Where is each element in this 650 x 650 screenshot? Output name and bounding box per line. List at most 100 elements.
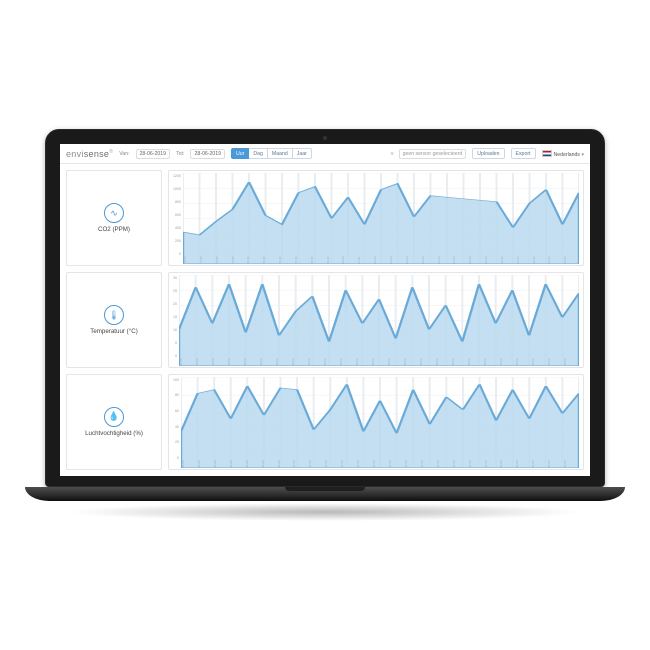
x-tick: 09:00 <box>326 256 342 264</box>
x-tick: 28-06-2019 <box>323 358 339 366</box>
x-tick: 28-06-2019 <box>259 358 275 366</box>
x-tick: 28-06-2019 <box>388 460 404 468</box>
chart-svg <box>179 275 579 366</box>
x-tick: 23:00 <box>547 256 563 264</box>
y-tick: 20 <box>175 440 179 444</box>
metric-card: 💧 Luchtvochtigheid (%) <box>66 374 162 470</box>
x-tick: 28-06-2019 <box>245 460 261 468</box>
x-tick: 28-06-2019 <box>197 460 213 468</box>
x-axis: 28-06-201928-06-201928-06-201928-06-2019… <box>181 460 579 468</box>
x-tick: 28-06-2019 <box>515 460 531 468</box>
dashboard-screen: envisense® Van: 28-06-2019 Tot: 28-06-20… <box>60 144 590 475</box>
chart-wrap: 12001000800600400200000:0001:0002:0003:0… <box>173 173 579 264</box>
x-tick: 28-06-2019 <box>468 460 484 468</box>
x-tick: 28-06-2019 <box>372 460 388 468</box>
x-tick: 17:00 <box>452 256 468 264</box>
y-axis: 120010008006004002000 <box>173 173 183 264</box>
x-tick: 28-06-2019 <box>179 358 195 366</box>
metric-row: 💧 Luchtvochtigheid (%) 10080604020028-06-2… <box>66 374 584 470</box>
brand-logo: envisense® <box>66 149 113 159</box>
x-tick: 00:00 <box>183 256 199 264</box>
chart-rows: ∿CO2 (PPM)12001000800600400200000:0001:0… <box>60 164 590 475</box>
metric-label: Temperatuur (°C) <box>90 328 138 335</box>
droplet-icon: 💧 <box>104 407 124 427</box>
metric-label: Luchtvochtigheid (%) <box>85 430 143 437</box>
range-tabs: Uur Dag Maand Jaar <box>231 148 312 159</box>
menu-icon[interactable]: ≡ <box>391 151 393 157</box>
x-axis: 00:0001:0002:0003:0004:0005:0006:0007:00… <box>183 256 579 264</box>
brand-light: envi <box>66 149 84 159</box>
x-tick: 28-06-2019 <box>275 358 291 366</box>
tab-uur[interactable]: Uur <box>231 148 249 159</box>
sensor-search-input[interactable]: geen sensor geselecteerd <box>399 149 467 159</box>
export-button[interactable]: Export <box>511 148 536 159</box>
from-date-input[interactable]: 28-06-2019 <box>136 149 171 159</box>
x-tick: 21:00 <box>516 256 532 264</box>
x-tick: 28-06-2019 <box>563 460 579 468</box>
x-tick: 28-06-2019 <box>531 358 547 366</box>
x-tick: 01:00 <box>199 256 215 264</box>
to-label: Tot: <box>176 151 184 157</box>
y-tick: 1000 <box>173 187 181 191</box>
chart-plot: 00:0001:0002:0003:0004:0005:0006:0007:00… <box>183 173 579 264</box>
tab-dag[interactable]: Dag <box>249 148 268 159</box>
x-tick: 02:00 <box>215 256 231 264</box>
x-tick: 08:00 <box>310 256 326 264</box>
x-tick: 28-06-2019 <box>355 358 371 366</box>
brand-bold: sense <box>84 149 110 159</box>
upload-button[interactable]: Uploaden <box>472 148 504 159</box>
x-tick: 28-06-2019 <box>403 358 419 366</box>
y-tick: 10 <box>173 328 177 332</box>
x-tick: 28-06-2019 <box>356 460 372 468</box>
language-selector[interactable]: Nederlands ▾ <box>542 150 585 158</box>
x-tick: 28-06-2019 <box>340 460 356 468</box>
x-tick: 16:00 <box>437 256 453 264</box>
x-tick: 06:00 <box>278 256 294 264</box>
x-tick: 28-06-2019 <box>324 460 340 468</box>
chart-plot: 28-06-201928-06-201928-06-201928-06-2019… <box>179 275 579 366</box>
x-tick: 07:00 <box>294 256 310 264</box>
y-tick: 200 <box>175 239 181 243</box>
y-tick: 100 <box>173 378 179 382</box>
chart-series <box>183 182 579 264</box>
x-tick: 28-06-2019 <box>277 460 293 468</box>
x-tick: 18:00 <box>468 256 484 264</box>
x-tick: 28-06-2019 <box>261 460 277 468</box>
x-tick: 05:00 <box>262 256 278 264</box>
tab-maand[interactable]: Maand <box>268 148 293 159</box>
x-tick: 28-06-2019 <box>227 358 243 366</box>
header-bar: envisense® Van: 28-06-2019 Tot: 28-06-20… <box>60 144 590 164</box>
tab-jaar[interactable]: Jaar <box>293 148 312 159</box>
brand-mark: ® <box>109 149 113 155</box>
x-tick: 14:00 <box>405 256 421 264</box>
camera-dot <box>323 136 327 140</box>
thermometer-icon: 🌡 <box>104 305 124 325</box>
chart-wrap: 10080604020028-06-201928-06-201928-06-20… <box>173 377 579 468</box>
x-tick: 28-06-2019 <box>195 358 211 366</box>
metric-row: ∿CO2 (PPM)12001000800600400200000:0001:0… <box>66 170 584 266</box>
x-tick: 11:00 <box>357 256 373 264</box>
y-tick: 15 <box>173 315 177 319</box>
x-tick: 28-06-2019 <box>243 358 259 366</box>
to-date-input[interactable]: 28-06-2019 <box>190 149 225 159</box>
co2-icon: ∿ <box>104 203 124 223</box>
x-tick: 28-06-2019 <box>404 460 420 468</box>
x-tick: 28-06-2019 <box>563 358 579 366</box>
x-tick: 24:00 <box>563 256 579 264</box>
x-tick: 28-06-2019 <box>211 358 227 366</box>
y-tick: 20 <box>173 302 177 306</box>
x-tick: 28-06-2019 <box>371 358 387 366</box>
x-tick: 15:00 <box>421 256 437 264</box>
x-tick: 10:00 <box>341 256 357 264</box>
x-tick: 28-06-2019 <box>308 460 324 468</box>
y-tick: 0 <box>175 354 177 358</box>
x-tick: 28-06-2019 <box>547 460 563 468</box>
chart-plot: 28-06-201928-06-201928-06-201928-06-2019… <box>181 377 579 468</box>
x-tick: 22:00 <box>532 256 548 264</box>
x-tick: 28-06-2019 <box>291 358 307 366</box>
x-tick: 28-06-2019 <box>181 460 197 468</box>
screen-bezel: envisense® Van: 28-06-2019 Tot: 28-06-20… <box>45 129 605 486</box>
chart-card: 10080604020028-06-201928-06-201928-06-20… <box>168 374 584 470</box>
laptop-base <box>25 487 625 501</box>
y-tick: 60 <box>175 409 179 413</box>
